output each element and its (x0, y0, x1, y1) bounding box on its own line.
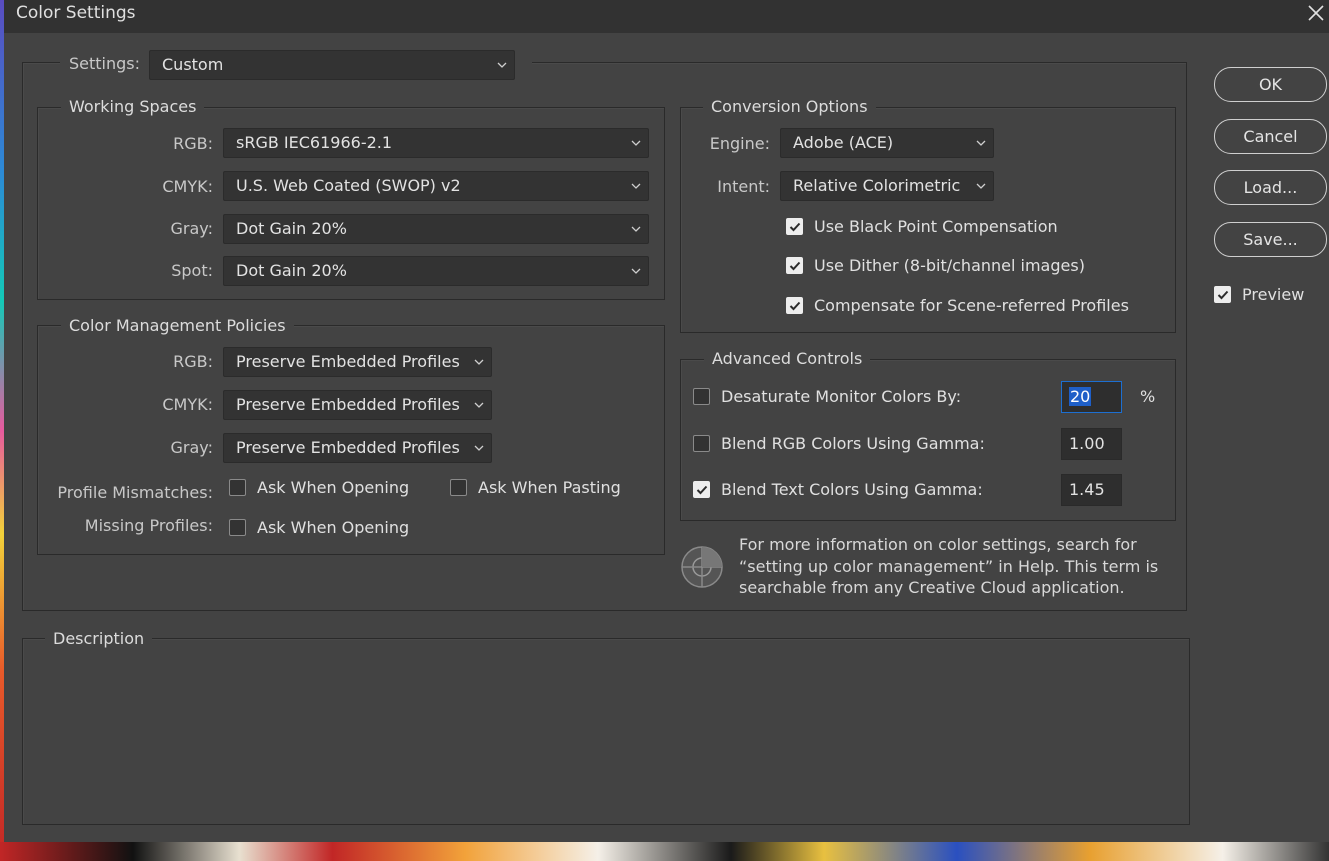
ws-gray-select[interactable]: Dot Gain 20% (223, 214, 649, 244)
desaturate-unit: % (1140, 387, 1156, 406)
cmp-cmyk-select[interactable]: Preserve Embedded Profiles (223, 390, 492, 420)
chevron-down-icon (474, 445, 484, 451)
info-line-3: searchable from any Creative Cloud appli… (739, 578, 1125, 597)
checkmark-icon (789, 222, 801, 232)
chevron-down-icon (631, 183, 641, 189)
chevron-down-icon (474, 402, 484, 408)
blend-text-input[interactable]: 1.45 (1061, 474, 1122, 506)
chevron-down-icon (631, 140, 641, 146)
black-point-label[interactable]: Use Black Point Compensation (814, 217, 1058, 237)
info-line-2: “setting up color management” in Help. T… (739, 557, 1159, 576)
ws-gray-value: Dot Gain 20% (236, 219, 347, 238)
description-frame (22, 638, 1190, 825)
missing-profiles-label: Missing Profiles: (84, 516, 213, 535)
checkmark-icon (789, 301, 801, 311)
info-line-1: For more information on color settings, … (739, 535, 1137, 554)
close-icon[interactable] (1305, 0, 1327, 26)
ws-cmyk-select[interactable]: U.S. Web Coated (SWOP) v2 (223, 171, 649, 201)
cmp-cmyk-value: Preserve Embedded Profiles (236, 395, 460, 414)
blend-text-label[interactable]: Blend Text Colors Using Gamma: (721, 480, 983, 500)
settings-select[interactable]: Custom (149, 50, 515, 80)
working-spaces-legend: Working Spaces (61, 97, 205, 117)
chevron-down-icon (631, 268, 641, 274)
engine-value: Adobe (ACE) (793, 133, 894, 152)
intent-value: Relative Colorimetric (793, 176, 961, 195)
cmp-rgb-select[interactable]: Preserve Embedded Profiles (223, 347, 492, 377)
desaturate-checkbox[interactable] (693, 388, 710, 405)
ws-gray-label: Gray: (170, 219, 213, 238)
cancel-button[interactable]: Cancel (1214, 119, 1327, 154)
ask-opening-mismatch-checkbox[interactable] (229, 479, 246, 496)
ws-rgb-value: sRGB IEC61966-2.1 (236, 133, 393, 152)
preview-checkbox[interactable] (1214, 286, 1231, 303)
blend-rgb-checkbox[interactable] (693, 435, 710, 452)
ws-spot-label: Spot: (171, 261, 213, 280)
checkmark-icon (789, 261, 801, 271)
blend-rgb-input[interactable]: 1.00 (1061, 428, 1122, 460)
settings-label: Settings: (68, 54, 140, 73)
chevron-down-icon (474, 359, 484, 365)
scene-referred-label[interactable]: Compensate for Scene-referred Profiles (814, 296, 1129, 316)
color-wheel-icon (681, 546, 723, 588)
description-legend: Description (45, 629, 153, 649)
ask-pasting-mismatch-checkbox[interactable] (450, 479, 467, 496)
checkmark-icon (696, 485, 708, 495)
load-button[interactable]: Load... (1214, 170, 1327, 205)
intent-select[interactable]: Relative Colorimetric (780, 171, 994, 201)
ws-cmyk-label: CMYK: (162, 177, 213, 196)
policies-legend: Color Management Policies (61, 316, 294, 336)
cmp-gray-value: Preserve Embedded Profiles (236, 438, 460, 457)
color-settings-dialog: Color Settings Settings: Custom Working … (4, 0, 1329, 842)
chevron-down-icon (497, 62, 507, 68)
ask-opening-mismatch-label[interactable]: Ask When Opening (257, 478, 409, 498)
intent-label: Intent: (717, 177, 770, 196)
dither-label[interactable]: Use Dither (8-bit/channel images) (814, 256, 1085, 276)
desaturate-value: 20 (1069, 387, 1092, 406)
save-button[interactable]: Save... (1214, 222, 1327, 257)
engine-select[interactable]: Adobe (ACE) (780, 128, 994, 158)
background-artwork-bottom (0, 842, 1329, 861)
cmp-rgb-label: RGB: (173, 352, 213, 371)
ws-cmyk-value: U.S. Web Coated (SWOP) v2 (236, 176, 461, 195)
black-point-checkbox[interactable] (786, 218, 803, 235)
profile-mismatches-label: Profile Mismatches: (57, 483, 213, 502)
dither-checkbox[interactable] (786, 257, 803, 274)
ws-spot-value: Dot Gain 20% (236, 261, 347, 280)
chevron-down-icon (976, 140, 986, 146)
blend-text-checkbox[interactable] (693, 481, 710, 498)
advanced-legend: Advanced Controls (704, 349, 871, 369)
settings-value: Custom (162, 55, 224, 74)
ask-opening-missing-label[interactable]: Ask When Opening (257, 518, 409, 538)
title-bar[interactable]: Color Settings (4, 0, 1329, 33)
ws-rgb-select[interactable]: sRGB IEC61966-2.1 (223, 128, 649, 158)
scene-referred-checkbox[interactable] (786, 297, 803, 314)
engine-label: Engine: (709, 134, 770, 153)
cmp-cmyk-label: CMYK: (162, 395, 213, 414)
preview-label[interactable]: Preview (1242, 285, 1304, 305)
chevron-down-icon (631, 226, 641, 232)
cmp-gray-select[interactable]: Preserve Embedded Profiles (223, 433, 492, 463)
cmp-gray-label: Gray: (170, 438, 213, 457)
ask-opening-missing-checkbox[interactable] (229, 519, 246, 536)
ask-pasting-mismatch-label[interactable]: Ask When Pasting (478, 478, 621, 498)
window-title: Color Settings (16, 3, 136, 23)
ok-button[interactable]: OK (1214, 67, 1327, 102)
cmp-rgb-value: Preserve Embedded Profiles (236, 352, 460, 371)
ws-spot-select[interactable]: Dot Gain 20% (223, 256, 649, 286)
conversion-legend: Conversion Options (703, 97, 876, 117)
blend-rgb-label[interactable]: Blend RGB Colors Using Gamma: (721, 434, 985, 454)
desaturate-input[interactable]: 20 (1061, 381, 1122, 413)
desaturate-label[interactable]: Desaturate Monitor Colors By: (721, 387, 961, 407)
checkmark-icon (1217, 290, 1229, 300)
chevron-down-icon (976, 183, 986, 189)
ws-rgb-label: RGB: (173, 134, 213, 153)
